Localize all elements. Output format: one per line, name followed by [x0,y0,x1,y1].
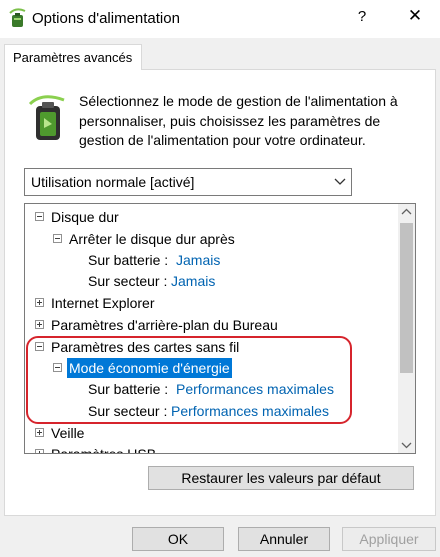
tree-item-label: Veille [51,425,85,441]
setting-value-link[interactable]: Jamais [171,271,215,291]
scroll-down-icon[interactable] [398,436,415,453]
expand-icon[interactable] [35,320,44,329]
power-options-icon [9,8,26,27]
scroll-up-icon[interactable] [398,204,415,221]
expand-icon[interactable] [35,449,44,453]
collapse-icon[interactable] [35,342,44,351]
chevron-down-icon [334,178,346,185]
scroll-thumb[interactable] [400,223,413,373]
tree-content: Disque dur Arrêter le disque dur après S… [25,204,397,453]
tree-item-label: Paramètres des cartes sans fil [51,339,240,355]
expand-icon[interactable] [35,428,44,437]
vertical-scrollbar[interactable] [398,204,415,453]
tree-item-label-selected: Mode économie d'énergie [67,358,232,378]
tree-item-label: Paramètres d'arrière-plan du Bureau [51,317,278,333]
setting-label: Sur secteur : [88,273,168,289]
cancel-button[interactable]: Annuler [238,527,330,551]
title-bar: Options d'alimentation ? ✕ [0,0,440,38]
setting-label: Sur secteur : [88,403,168,419]
collapse-icon[interactable] [53,234,62,243]
expand-icon[interactable] [35,298,44,307]
tree-item-label: Paramètres USB [51,444,156,453]
setting-label: Sur batterie : [88,252,169,268]
setting-label: Sur batterie : [88,381,169,397]
description-text: Sélectionnez le mode de gestion de l'ali… [79,93,398,148]
help-button[interactable]: ? [349,8,375,30]
tab-advanced-settings[interactable]: Paramètres avancés [4,44,142,70]
close-button[interactable]: ✕ [402,6,428,30]
restore-defaults-button[interactable]: Restaurer les valeurs par défaut [148,466,414,490]
tree-item-label: Disque dur [51,209,119,225]
collapse-icon[interactable] [35,212,44,221]
power-plan-value: Utilisation normale [activé] [31,174,195,190]
collapse-icon[interactable] [53,363,62,372]
settings-tree[interactable]: Disque dur Arrêter le disque dur après S… [24,203,416,454]
ok-button[interactable]: OK [132,527,224,551]
tree-item-label: Internet Explorer [51,295,155,311]
battery-icon [28,95,65,140]
power-plan-select[interactable]: Utilisation normale [activé] [24,168,352,196]
apply-button[interactable]: Appliquer [342,527,436,551]
setting-value-link[interactable]: Performances maximales [171,401,329,421]
setting-value-link[interactable]: Performances maximales [176,379,334,399]
window-title: Options d'alimentation [32,10,180,27]
tree-item-label: Arrêter le disque dur après [69,231,235,247]
setting-value-link[interactable]: Jamais [176,250,220,270]
